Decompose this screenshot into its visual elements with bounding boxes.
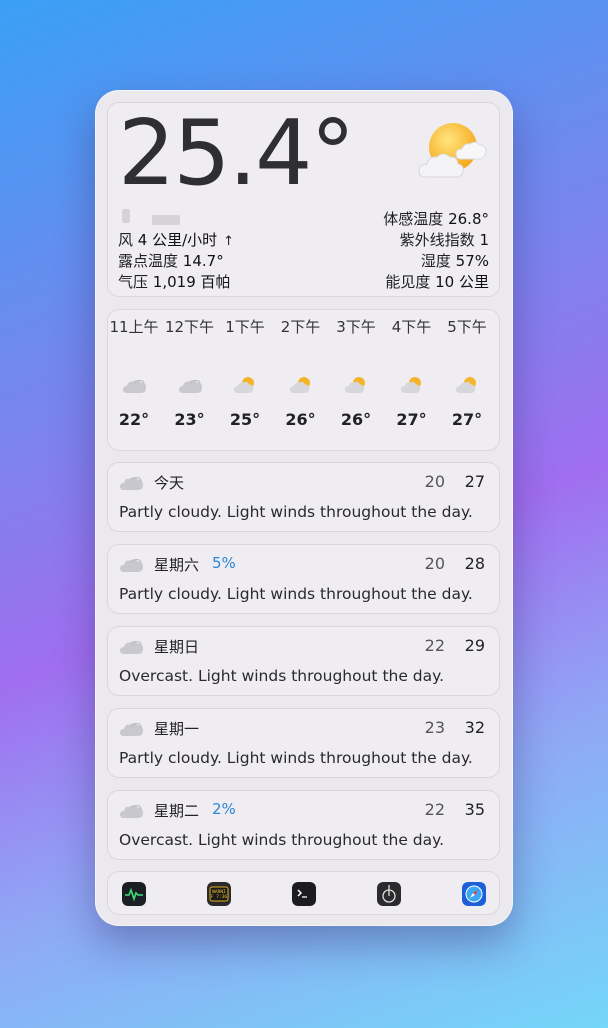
hourly-item: 11上午 22° bbox=[108, 310, 162, 450]
partly-sunny-icon bbox=[234, 377, 254, 393]
hour-time: 2下午 bbox=[280, 318, 321, 336]
svg-text:F 7:36: F 7:36 bbox=[211, 894, 228, 900]
hour-time: 4下午 bbox=[391, 318, 432, 336]
hour-time: 5下午 bbox=[447, 318, 487, 336]
day-description: Overcast. Light winds throughout the day… bbox=[119, 667, 445, 685]
day-description: Partly cloudy. Light winds throughout th… bbox=[119, 503, 473, 521]
day-name: 星期一 bbox=[154, 720, 200, 738]
daily-forecast-row[interactable]: 星期一 23 32 Partly cloudy. Light winds throug… bbox=[107, 708, 500, 778]
hourly-item: 12下午 23° bbox=[162, 310, 218, 450]
day-description: Partly cloudy. Light winds throughout th… bbox=[119, 749, 473, 767]
partly-sunny-icon bbox=[345, 377, 365, 393]
partly-sunny-icon bbox=[456, 377, 476, 393]
hourly-item: 5下午 27° bbox=[439, 310, 495, 450]
day-low-temp: 20 bbox=[424, 554, 445, 573]
cloud-icon bbox=[120, 558, 143, 572]
uv-value: 1 bbox=[479, 231, 489, 249]
safari-icon[interactable] bbox=[462, 882, 486, 906]
hourly-item: 2下午 26° bbox=[273, 310, 329, 450]
hour-time: 3下午 bbox=[336, 318, 376, 336]
console-warning-icon[interactable]: WARNI F 7:36 bbox=[207, 882, 231, 906]
visibility-value: 10 公里 bbox=[435, 273, 489, 291]
hourly-item: 3下午 26° bbox=[328, 310, 384, 450]
precipitation-chance: 2% bbox=[212, 800, 236, 818]
hour-time: 12下午 bbox=[164, 318, 215, 336]
partly-sunny-icon bbox=[418, 123, 487, 178]
pressure-stat: 气压 1,019 百帕 bbox=[118, 271, 231, 292]
dew-value: 14.7° bbox=[182, 252, 224, 270]
hour-temperature: 26° bbox=[340, 410, 372, 429]
daily-forecast-row[interactable]: 星期二 2% 22 35 Overcast. Light winds throughou… bbox=[107, 790, 500, 860]
day-low-temp: 23 bbox=[424, 718, 445, 737]
hourly-item: 4下午 27° bbox=[384, 310, 440, 450]
pressure-value: 1,019 百帕 bbox=[152, 273, 231, 291]
wind-stat: 风 4 公里/小时 ↑ bbox=[118, 229, 234, 250]
wind-value: 4 公里/小时 bbox=[137, 231, 218, 249]
hour-temperature: 27° bbox=[396, 410, 427, 429]
cloud-icon bbox=[120, 722, 143, 736]
terminal-icon[interactable] bbox=[292, 882, 316, 906]
hour-temperature: 25° bbox=[229, 410, 261, 429]
day-high-temp: 27 bbox=[464, 472, 485, 491]
current-temperature: 25.4° bbox=[118, 101, 355, 206]
day-high-temp: 32 bbox=[464, 718, 485, 737]
hour-time: 11上午 bbox=[109, 318, 159, 336]
uv-label: 紫外线指数 bbox=[399, 231, 475, 249]
hour-temperature: 23° bbox=[174, 410, 205, 429]
daily-forecast-row[interactable]: 星期日 22 29 Overcast. Light winds throughout … bbox=[107, 626, 500, 696]
current-conditions-card: 25.4° 风 4 公里/小时 ↑ 露点温度 14.7° 气压 1,019 百帕 bbox=[107, 102, 500, 297]
activity-monitor-icon[interactable] bbox=[122, 882, 146, 906]
humidity-label: 湿度 bbox=[420, 252, 451, 270]
hour-temperature: 22° bbox=[118, 410, 150, 429]
day-description: Partly cloudy. Light winds throughout th… bbox=[119, 585, 473, 603]
daily-forecast-row[interactable]: 星期六 5% 20 28 Partly cloudy. Light winds thro… bbox=[107, 544, 500, 614]
feels-label: 体感温度 bbox=[383, 210, 444, 228]
cloud-icon bbox=[120, 804, 143, 818]
app-dock: WARNI F 7:36 bbox=[107, 871, 500, 915]
precipitation-chance: 5% bbox=[212, 554, 236, 572]
hour-temperature: 26° bbox=[285, 410, 316, 429]
weather-window: 25.4° 风 4 公里/小时 ↑ 露点温度 14.7° 气压 1,019 百帕 bbox=[95, 90, 513, 926]
daily-forecast-row[interactable]: 今天 20 27 Partly cloudy. Light winds through… bbox=[107, 462, 500, 532]
visibility-label: 能见度 bbox=[385, 273, 431, 291]
day-high-temp: 29 bbox=[464, 636, 485, 655]
partly-sunny-icon bbox=[400, 377, 421, 393]
day-name: 星期日 bbox=[154, 638, 200, 656]
hourly-item: 1下午 25° bbox=[217, 310, 273, 450]
instruments-icon[interactable] bbox=[377, 882, 401, 906]
hour-temperature: 27° bbox=[451, 410, 483, 429]
visibility-stat: 能见度 10 公里 bbox=[385, 271, 489, 292]
feels-like-stat: 体感温度 26.8° bbox=[383, 208, 489, 229]
hour-time: 1下午 bbox=[225, 318, 265, 336]
day-high-temp: 35 bbox=[464, 800, 485, 819]
pressure-label: 气压 bbox=[118, 273, 149, 291]
hourly-forecast-card[interactable]: 11上午 22° 12下午 23° 1下午 25° 2下午 26° 3下午 26° 4下午 27° 5下… bbox=[107, 309, 500, 451]
uv-index-stat: 紫外线指数 1 bbox=[400, 229, 489, 250]
cloud-icon bbox=[123, 379, 146, 393]
partly-sunny-icon bbox=[289, 377, 310, 393]
cloud-icon bbox=[120, 476, 143, 490]
redacted-text bbox=[122, 209, 130, 223]
day-name: 今天 bbox=[154, 474, 185, 492]
cloud-icon bbox=[120, 640, 143, 654]
wind-direction-icon: ↑ bbox=[223, 234, 235, 249]
redacted-text bbox=[152, 215, 180, 225]
humidity-value: 57% bbox=[455, 252, 489, 270]
day-low-temp: 20 bbox=[424, 472, 445, 491]
cloud-icon bbox=[178, 379, 202, 393]
day-name: 星期六 bbox=[154, 556, 200, 574]
day-low-temp: 22 bbox=[424, 636, 445, 655]
dew-point-stat: 露点温度 14.7° bbox=[118, 250, 224, 271]
wind-label: 风 bbox=[118, 231, 134, 249]
day-high-temp: 28 bbox=[464, 554, 485, 573]
humidity-stat: 湿度 57% bbox=[421, 250, 489, 271]
day-low-temp: 22 bbox=[424, 800, 445, 819]
dew-label: 露点温度 bbox=[118, 252, 179, 270]
day-name: 星期二 bbox=[154, 802, 200, 820]
feels-value: 26.8° bbox=[448, 210, 489, 228]
day-description: Overcast. Light winds throughout the day… bbox=[119, 831, 445, 849]
